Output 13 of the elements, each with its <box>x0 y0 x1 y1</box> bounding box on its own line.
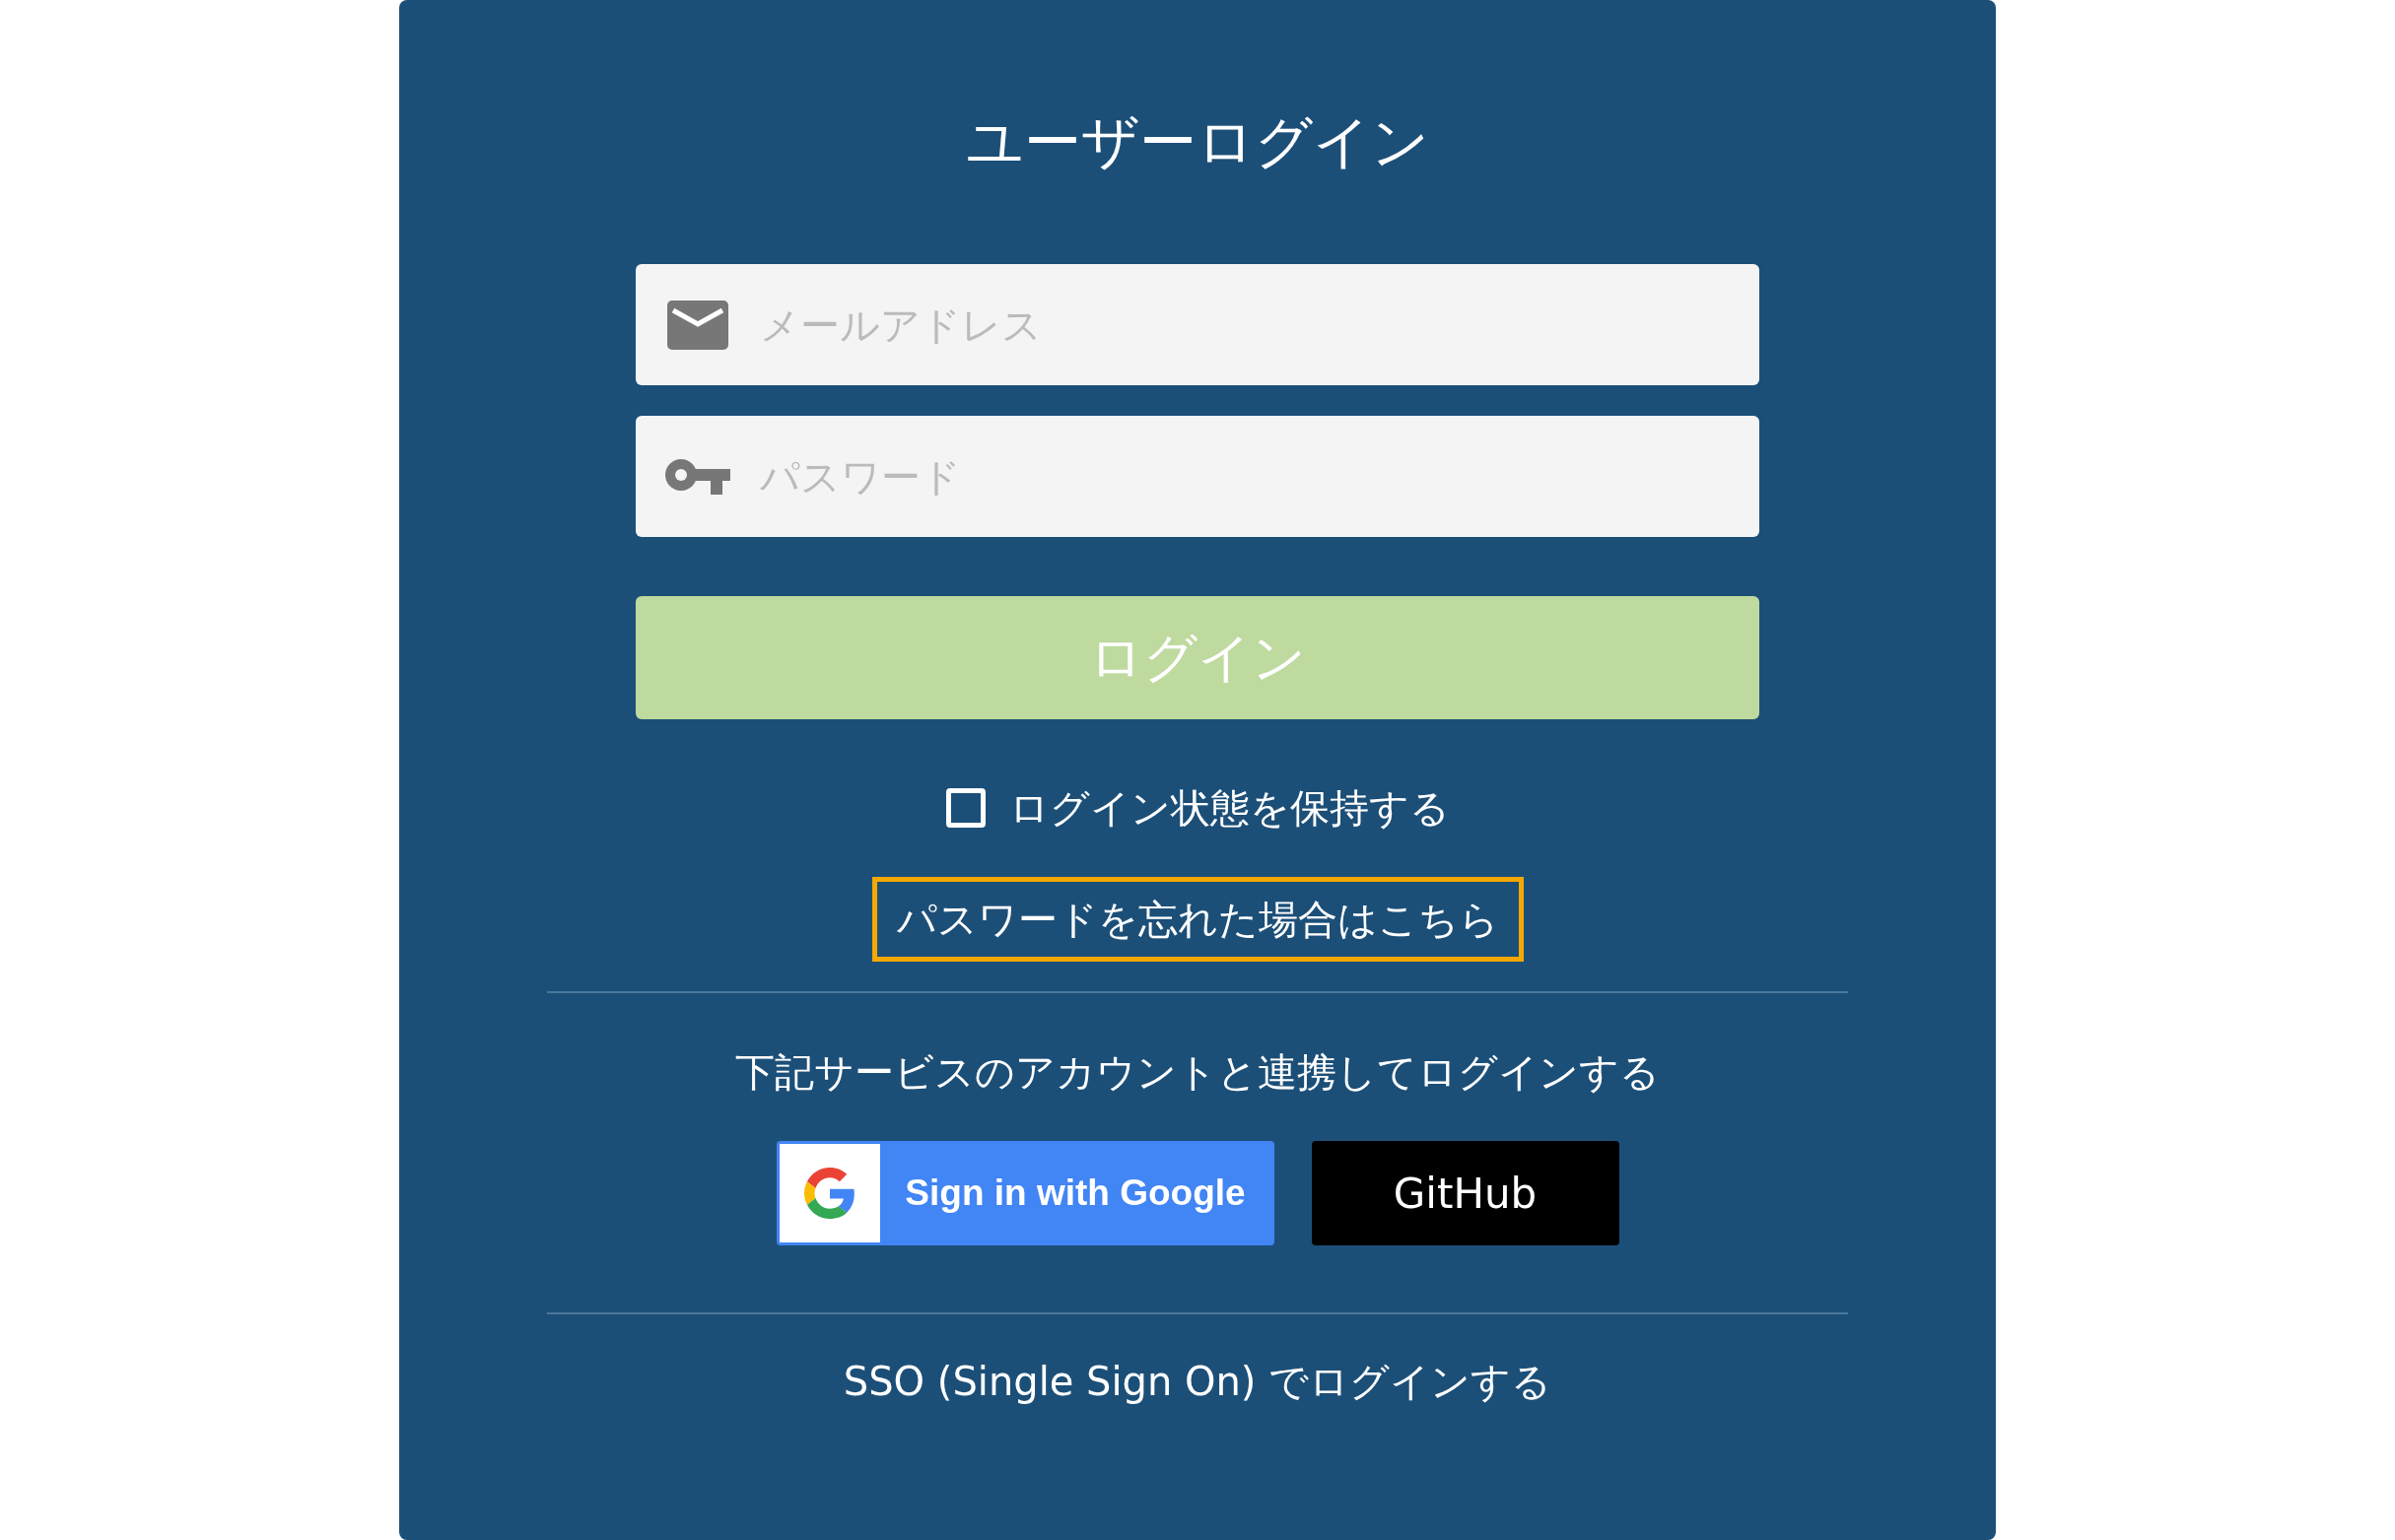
remember-checkbox[interactable] <box>945 788 986 828</box>
sso-login-link[interactable]: SSO (Single Sign On) でログインする <box>843 1352 1552 1411</box>
google-sign-in-button[interactable]: Sign in with Google <box>776 1141 1274 1245</box>
google-logo-icon <box>803 1168 855 1219</box>
forgot-password-link[interactable]: パスワードを忘れた場合はこちら <box>871 877 1524 962</box>
envelope-icon <box>667 301 728 350</box>
page-title: ユーザーログイン <box>966 113 1429 170</box>
email-field[interactable]: メールアドレス <box>636 264 1759 385</box>
password-field[interactable]: パスワード <box>636 416 1759 537</box>
github-button[interactable]: GitHub <box>1311 1141 1619 1245</box>
key-icon <box>665 459 730 495</box>
remember-label: ログイン状態を保持する <box>1008 784 1450 833</box>
social-login-prompt: 下記サービスのアカウントと連携してログインする <box>735 1048 1660 1097</box>
